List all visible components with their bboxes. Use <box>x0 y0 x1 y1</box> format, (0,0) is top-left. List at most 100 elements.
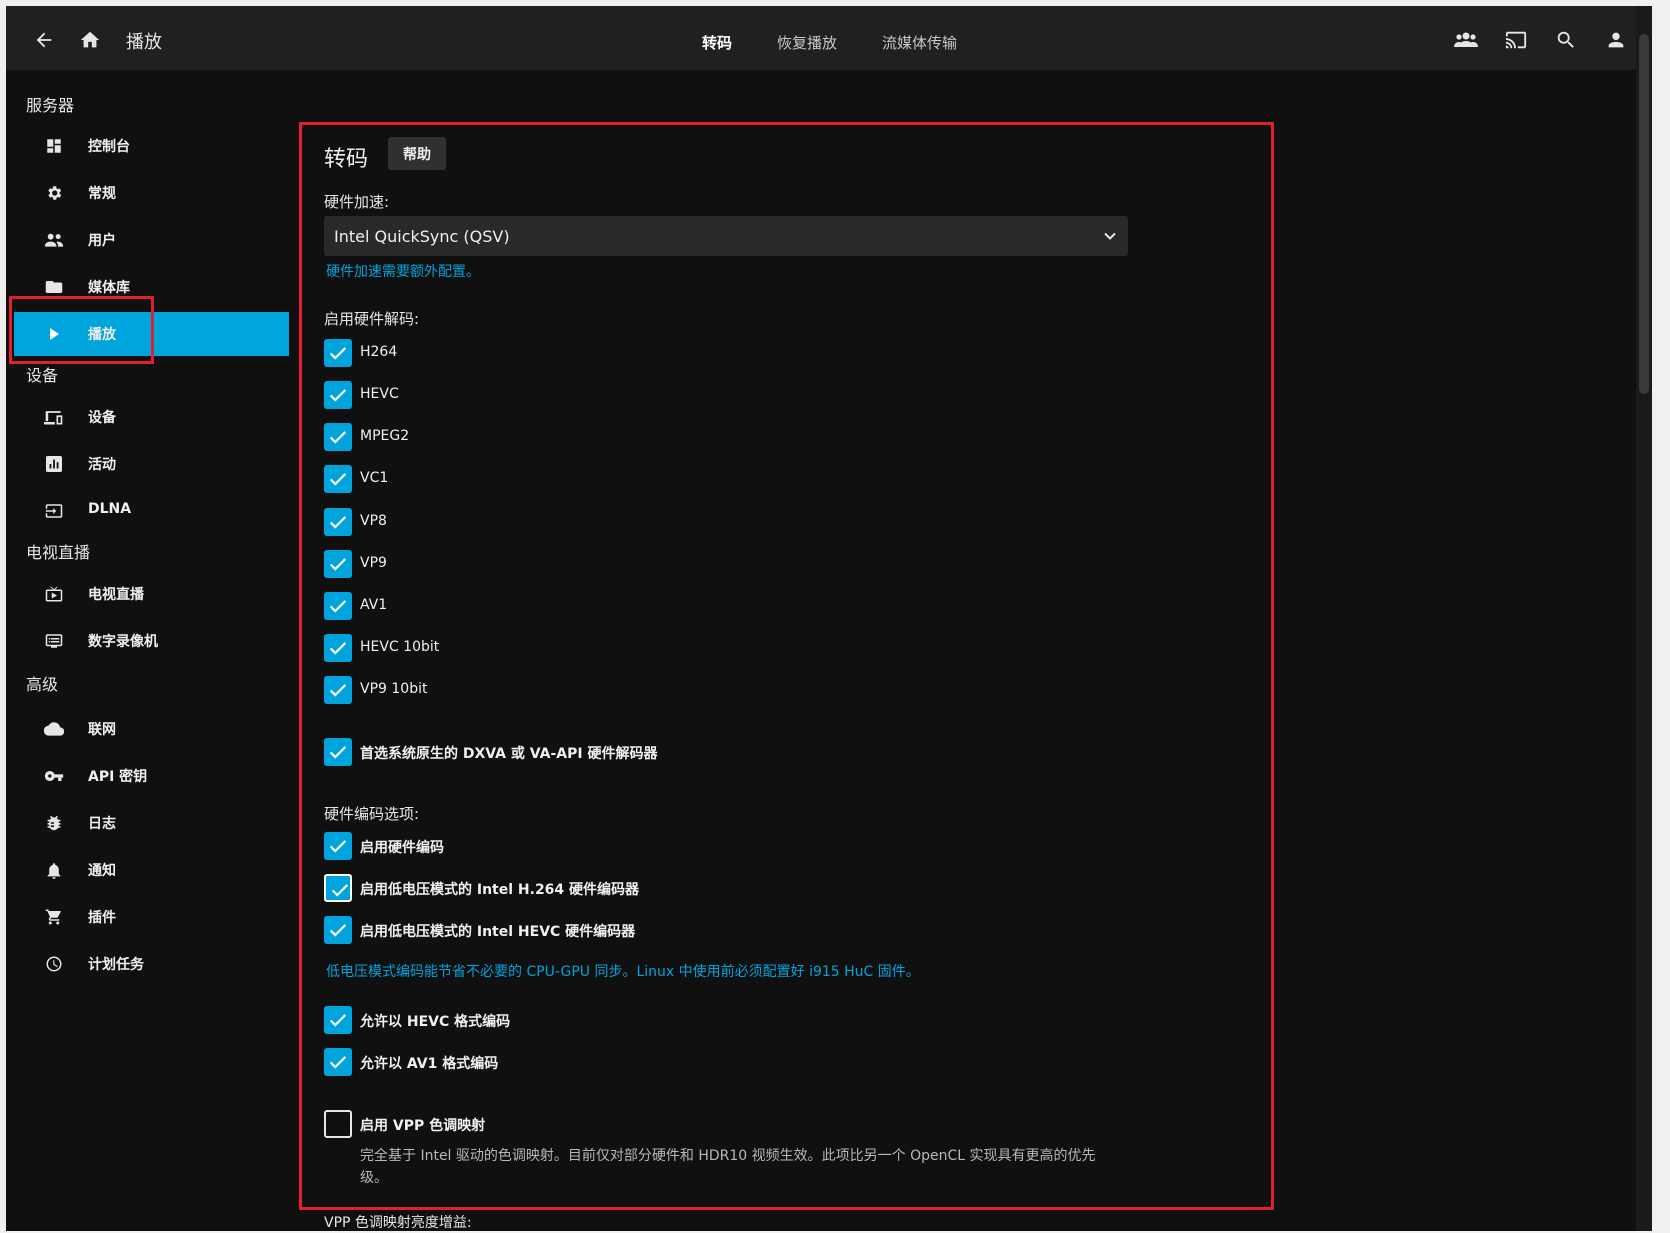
checkbox-encode-0-label: 启用硬件编码 <box>360 840 444 856</box>
sidebar-item-dvr[interactable]: 数字录像机 <box>14 619 289 663</box>
sidebar-item-label: API 密钥 <box>88 769 148 785</box>
checkbox-decode-6-label: AV1 <box>360 597 388 613</box>
sidebar-item-api-keys[interactable]: API 密钥 <box>14 754 289 798</box>
bug-icon <box>44 813 64 833</box>
vpp-description: 完全基于 Intel 驱动的色调映射。目前仅对部分硬件和 HDR10 视频生效。… <box>360 1148 1096 1186</box>
check-icon <box>329 558 347 571</box>
encode-options-label: 硬件编码选项: <box>324 805 420 823</box>
key-icon <box>44 766 64 786</box>
section-title-server: 服务器 <box>26 96 75 115</box>
sidebar-item-label: 设备 <box>88 410 116 426</box>
users-icon[interactable] <box>1452 26 1480 54</box>
dvr-icon <box>44 631 64 651</box>
checkbox-decode-1-label: HEVC <box>360 386 399 402</box>
checkbox-decode-6[interactable] <box>324 592 352 620</box>
sidebar-item-playback[interactable]: 播放 <box>14 312 289 356</box>
tab-resume[interactable]: 恢复播放 <box>777 32 837 53</box>
checkbox-decode-7-label: HEVC 10bit <box>360 639 440 655</box>
checkbox-encode-1[interactable] <box>324 874 352 902</box>
sidebar-item-plugins[interactable]: 插件 <box>14 895 289 939</box>
cart-icon <box>44 907 64 927</box>
check-icon <box>329 600 347 613</box>
checkbox-prefer-native[interactable] <box>324 738 352 766</box>
user-icon[interactable] <box>1602 26 1630 54</box>
check-icon <box>329 924 347 937</box>
checkbox-allow-0[interactable] <box>324 1006 352 1034</box>
checkbox-encode-0[interactable] <box>324 832 352 860</box>
sidebar-item-scheduled-tasks[interactable]: 计划任务 <box>14 942 289 986</box>
scrollbar-thumb[interactable] <box>1639 34 1649 394</box>
checkbox-prefer-native-label: 首选系统原生的 DXVA 或 VA-API 硬件解码器 <box>360 746 658 762</box>
check-icon <box>329 473 347 486</box>
sidebar-item-label: 联网 <box>88 722 116 738</box>
hw-accel-doc-link[interactable]: 硬件加速需要额外配置。 <box>326 261 480 281</box>
hw-accel-label: 硬件加速: <box>324 193 390 211</box>
check-icon <box>329 516 347 529</box>
scrollbar[interactable] <box>1636 6 1652 1231</box>
low-power-doc-link[interactable]: 低电压模式编码能节省不必要的 CPU-GPU 同步。Linux 中使用前必须配置… <box>326 961 920 981</box>
search-icon[interactable] <box>1552 26 1580 54</box>
vpp-brightness-label: VPP 色调映射亮度增益: <box>324 1215 472 1231</box>
sidebar-item-label: 控制台 <box>88 139 130 155</box>
sidebar-item-notifications[interactable]: 通知 <box>14 848 289 892</box>
home-icon[interactable] <box>76 26 104 54</box>
checkbox-encode-2[interactable] <box>324 916 352 944</box>
checkbox-decode-7[interactable] <box>324 634 352 662</box>
people-icon <box>44 230 64 250</box>
tab-transcoding[interactable]: 转码 <box>702 32 732 53</box>
sidebar-item-devices[interactable]: 设备 <box>14 395 289 439</box>
sidebar-item-activity[interactable]: 活动 <box>14 442 289 486</box>
input-icon <box>44 501 64 521</box>
play-icon <box>44 324 64 344</box>
checkbox-decode-1[interactable] <box>324 381 352 409</box>
sidebar-item-label: 用户 <box>88 233 116 249</box>
checkbox-decode-2-label: MPEG2 <box>360 428 410 444</box>
checkbox-decode-2[interactable] <box>324 423 352 451</box>
page-title: 播放 <box>126 32 162 53</box>
checkbox-allow-0-label: 允许以 HEVC 格式编码 <box>360 1014 511 1030</box>
sidebar-item-label: 数字录像机 <box>88 634 158 650</box>
sidebar-item-label: 日志 <box>88 816 116 832</box>
check-icon <box>329 642 347 655</box>
check-icon <box>329 431 347 444</box>
help-button[interactable]: 帮助 <box>388 137 446 170</box>
checkbox-vpp-label: 启用 VPP 色调映射 <box>360 1118 486 1134</box>
sidebar-item-label: 插件 <box>88 910 116 926</box>
checkbox-vpp[interactable] <box>324 1110 352 1138</box>
sidebar-item-libraries[interactable]: 媒体库 <box>14 265 289 309</box>
back-arrow-icon[interactable] <box>30 26 58 54</box>
checkbox-decode-3[interactable] <box>324 465 352 493</box>
checkbox-decode-4-label: VP8 <box>360 513 387 529</box>
sidebar-item-live-tv[interactable]: 电视直播 <box>14 572 289 616</box>
check-icon <box>331 884 349 897</box>
sidebar-item-dashboard[interactable]: 控制台 <box>14 124 289 168</box>
sidebar-item-general[interactable]: 常规 <box>14 171 289 215</box>
checkbox-decode-8[interactable] <box>324 676 352 704</box>
sidebar-item-networking[interactable]: 联网 <box>14 707 289 751</box>
sidebar-item-label: 播放 <box>88 327 116 343</box>
sidebar-item-label: 计划任务 <box>88 957 144 973</box>
check-icon <box>329 1056 347 1069</box>
section-title-advanced: 高级 <box>26 675 59 694</box>
bell-icon <box>44 860 64 880</box>
live-tv-icon <box>44 584 64 604</box>
checkbox-allow-1-label: 允许以 AV1 格式编码 <box>360 1056 499 1072</box>
section-heading: 转码 <box>324 147 369 172</box>
highlight-box-main <box>299 122 1274 1210</box>
checkbox-decode-0[interactable] <box>324 339 352 367</box>
checkbox-allow-1[interactable] <box>324 1048 352 1076</box>
gear-icon <box>44 183 64 203</box>
cast-icon[interactable] <box>1502 26 1530 54</box>
checkbox-decode-5-label: VP9 <box>360 555 387 571</box>
folder-icon <box>44 277 64 297</box>
checkbox-decode-5[interactable] <box>324 550 352 578</box>
sidebar-item-dlna[interactable]: DLNA <box>14 489 289 533</box>
chevron-down-icon <box>1104 232 1116 240</box>
tab-streaming[interactable]: 流媒体传输 <box>882 32 957 53</box>
checkbox-encode-1-label: 启用低电压模式的 Intel H.264 硬件编码器 <box>360 882 640 898</box>
sidebar-item-users[interactable]: 用户 <box>14 218 289 262</box>
checkbox-decode-4[interactable] <box>324 508 352 536</box>
sidebar: 服务器 控制台 常规 用户 媒体库 播放 设备 设备 活动 DLNA 电视直播 … <box>6 70 289 1231</box>
sidebar-item-logs[interactable]: 日志 <box>14 801 289 845</box>
hw-accel-select[interactable]: Intel QuickSync (QSV) <box>324 216 1128 256</box>
